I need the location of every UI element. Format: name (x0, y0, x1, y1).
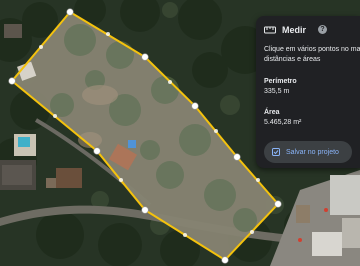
midpoint-handle[interactable] (250, 230, 254, 234)
instructions-line-2: distâncias e áreas (264, 56, 321, 63)
vertex-point[interactable] (93, 147, 101, 155)
measure-title: Medir (282, 25, 307, 35)
midpoint-handle[interactable] (256, 178, 260, 182)
midpoint-handle[interactable] (168, 80, 172, 84)
vertex-point[interactable] (191, 102, 199, 110)
vertex-point[interactable] (66, 8, 74, 16)
vertex-point[interactable] (233, 153, 241, 161)
measure-instructions: Clique em vários pontos no ma distâncias… (264, 45, 360, 65)
instructions-line-1: Clique em vários pontos no ma (264, 46, 360, 53)
vertex-point[interactable] (141, 206, 149, 214)
vertex-point[interactable] (274, 200, 282, 208)
measure-header: Medir (264, 25, 306, 35)
ruler-icon (264, 26, 276, 34)
midpoint-handle[interactable] (214, 129, 218, 133)
midpoint-handle[interactable] (183, 233, 187, 237)
measure-panel: Medir ? Clique em vários pontos no ma di… (256, 16, 360, 168)
vertex-point[interactable] (8, 77, 16, 85)
bookmark-icon (272, 148, 280, 156)
perimeter-value: 335,5 m (264, 88, 290, 95)
midpoint-handle[interactable] (39, 45, 43, 49)
vertex-point[interactable] (221, 256, 229, 264)
vertex-point[interactable] (141, 53, 149, 61)
midpoint-handle[interactable] (53, 114, 57, 118)
save-button-label: Salvar no projeto (286, 148, 339, 156)
perimeter-label: Perímetro (264, 78, 297, 85)
midpoint-handle[interactable] (119, 178, 123, 182)
midpoint-handle[interactable] (106, 32, 110, 36)
area-value: 5.465,28 m² (264, 119, 302, 126)
area-label: Área (264, 109, 280, 116)
help-icon[interactable]: ? (318, 25, 327, 34)
save-to-project-button[interactable]: Salvar no projeto (264, 141, 352, 163)
